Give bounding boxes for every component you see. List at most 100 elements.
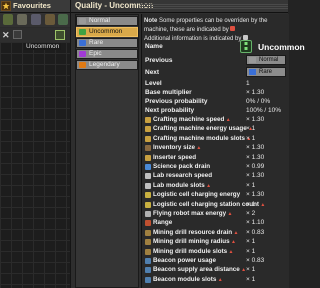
- override-icon: ▲: [259, 201, 266, 208]
- favourites-grid[interactable]: [0, 42, 70, 288]
- property-label-text: Beacon power usage: [153, 257, 216, 264]
- property-label-text: Crafting machine energy usage: [153, 125, 247, 133]
- property-value: × 0.99: [246, 163, 265, 170]
- previous-quality-label: Normal: [259, 57, 279, 63]
- property-label: Lab module slots ▲: [153, 182, 211, 189]
- quality-item-label: Normal: [89, 17, 110, 24]
- item-group-logistics-icon[interactable]: [3, 14, 13, 25]
- quality-item-epic[interactable]: Epic: [76, 49, 138, 59]
- quality-item-label: Legendary: [89, 61, 120, 68]
- item-group-production-icon[interactable]: [17, 14, 27, 25]
- property-label-text: Logistic cell charging energy: [153, 191, 241, 199]
- level-value: 1: [246, 80, 250, 87]
- property-icon: [145, 182, 151, 189]
- item-group-signals-icon[interactable]: [58, 14, 68, 25]
- item-group-combat-icon[interactable]: [45, 14, 55, 25]
- next-probability-label: Next probability: [145, 107, 195, 114]
- property-label-text: Logistic cell charging station count: [153, 200, 260, 208]
- quality-item-normal[interactable]: Normal: [76, 16, 138, 26]
- quality-item-label: Rare: [89, 39, 104, 46]
- property-label-text: Range: [153, 219, 173, 227]
- property-label: Beacon power usage: [153, 257, 216, 264]
- property-icon: [145, 229, 151, 236]
- property-value: × 1.30: [246, 153, 265, 161]
- property-label: Crafting machine speed ▲: [153, 116, 231, 123]
- property-label: Science pack drain: [153, 163, 210, 170]
- favourites-title: Favourites: [13, 1, 51, 10]
- close-icon[interactable]: ✕: [2, 30, 10, 41]
- property-icon: [145, 145, 151, 152]
- property-value: × 0.83: [246, 228, 265, 236]
- epic-quality-icon: [79, 51, 86, 57]
- name-label: Name: [145, 43, 163, 50]
- property-icon: [145, 126, 151, 133]
- previous-quality-button[interactable]: Normal: [246, 55, 286, 65]
- property-value: × 1: [246, 275, 256, 283]
- note-text: Note Some properties can be overriden by…: [144, 17, 290, 44]
- property-icon: [145, 211, 151, 217]
- property-label-text: Crafting machine speed: [153, 116, 225, 123]
- property-value: × 2: [246, 210, 256, 217]
- quality-item-label: Uncommon: [89, 28, 123, 35]
- next-quality-label: Rare: [259, 69, 273, 75]
- property-value: × 1: [246, 247, 256, 255]
- property-label-text: Beacon module slots: [153, 275, 217, 283]
- property-label-text: Lab research speed: [153, 172, 213, 180]
- drag-handle[interactable]: [140, 3, 288, 9]
- override-icon: ▲: [226, 211, 233, 217]
- base-multiplier-value: × 1.30: [246, 89, 265, 96]
- level-label: Level: [145, 80, 162, 87]
- property-label: Mining drill resource drain ▲: [153, 229, 238, 236]
- property-icon: [145, 267, 151, 274]
- filter-toggle-icon[interactable]: [13, 30, 22, 39]
- property-label-text: Science pack drain: [153, 163, 211, 170]
- property-label-text: Flying robot max energy: [153, 210, 227, 217]
- override-icon: ▲: [232, 229, 239, 236]
- next-quality-button[interactable]: Rare: [246, 67, 286, 77]
- property-value: × 1.30: [246, 172, 265, 180]
- property-icon: [145, 154, 151, 161]
- favourites-star-icon: [1, 1, 11, 11]
- base-multiplier-label: Base multiplier: [145, 89, 192, 96]
- note-text-2: Additional information is indicated by: [144, 36, 242, 42]
- previous-label: Previous: [145, 57, 173, 64]
- note-text-1: Some properties can be overriden by the …: [144, 18, 268, 33]
- override-icon: ▲: [195, 145, 202, 152]
- override-icon: ▲: [204, 182, 212, 189]
- property-value: × 1: [246, 125, 256, 133]
- property-icon: [145, 248, 151, 255]
- property-value: × 1.10: [246, 219, 265, 227]
- property-label: Range: [153, 219, 172, 226]
- quality-item-uncommon[interactable]: Uncommon: [76, 27, 138, 37]
- property-value: × 1: [246, 134, 256, 142]
- property-icon: [145, 164, 151, 170]
- property-label-text: Mining drill module slots: [153, 247, 228, 255]
- previous-probability-value: 0% / 0%: [246, 98, 271, 105]
- property-label: Crafting machine energy usage ▲: [153, 125, 253, 132]
- property-label: Mining drill module slots ▲: [153, 248, 234, 255]
- property-label: Logistic cell charging energy: [153, 191, 240, 198]
- property-label-text: Inventory size: [153, 144, 195, 152]
- override-icon: ▲: [229, 239, 236, 246]
- item-group-intermediate-icon[interactable]: [31, 14, 41, 25]
- property-label-text: Lab module slots: [153, 181, 205, 189]
- property-label: Lab research speed: [153, 172, 212, 179]
- property-label: Inserter speed: [153, 154, 196, 161]
- property-label-text: Inserter speed: [153, 153, 197, 161]
- property-icon: [145, 276, 151, 283]
- property-label: Crafting machine module slots ▲: [153, 135, 251, 142]
- favourite-tooltip: Uncommon: [24, 43, 62, 50]
- rare-quality-icon: [249, 69, 256, 75]
- favourite-uncommon-icon[interactable]: [55, 30, 65, 40]
- quality-name: Uncommon: [258, 42, 305, 52]
- normal-quality-icon: [79, 18, 86, 24]
- previous-probability-label: Previous probability: [145, 98, 208, 105]
- property-label-text: Mining drill resource drain: [153, 228, 233, 236]
- property-label: Beacon supply area distance ▲: [153, 266, 246, 273]
- quality-item-legendary[interactable]: Legendary: [76, 60, 138, 70]
- property-label-text: Mining drill mining radius: [153, 238, 230, 246]
- property-value: × 1.30: [246, 144, 265, 152]
- uncommon-quality-icon: [79, 29, 86, 35]
- quality-item-rare[interactable]: Rare: [76, 38, 138, 48]
- property-icon: [145, 258, 151, 264]
